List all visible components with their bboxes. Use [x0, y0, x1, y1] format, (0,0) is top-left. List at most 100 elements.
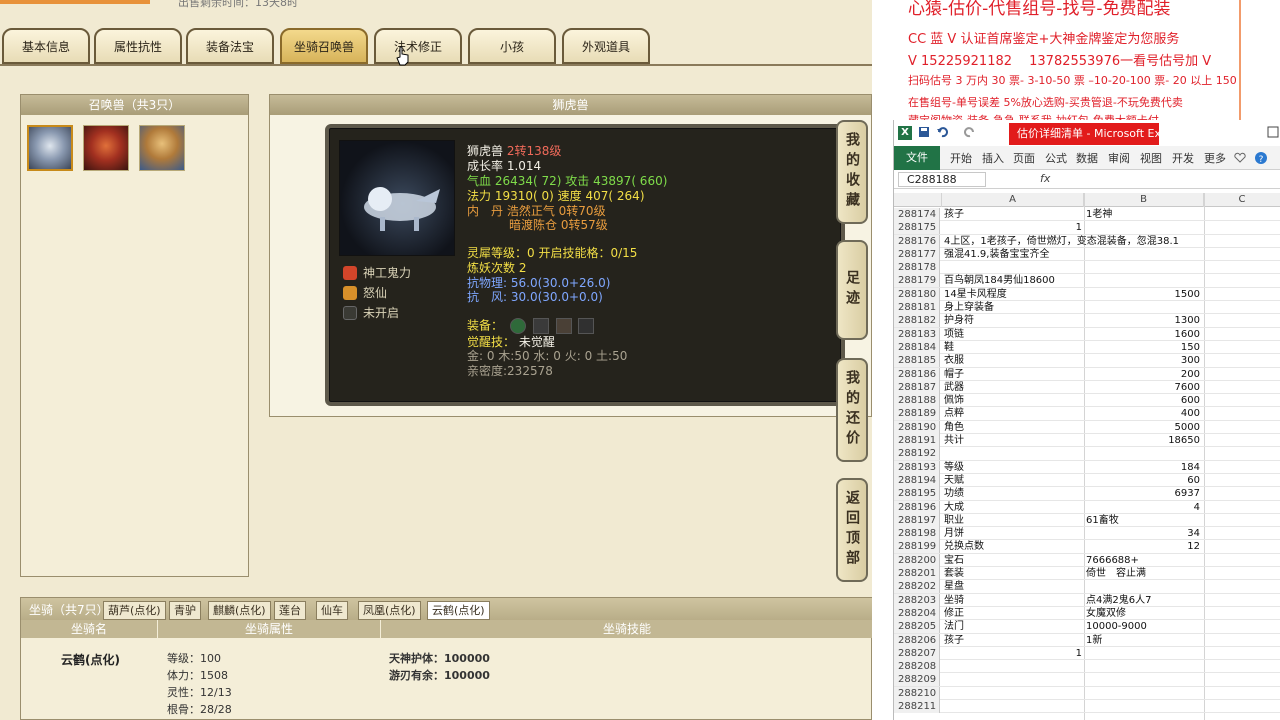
cell-a[interactable]: 职业 — [942, 514, 1084, 527]
cell-b[interactable]: 4 — [1084, 501, 1202, 514]
cell-a[interactable]: 坐骑 — [942, 594, 1084, 607]
tab-mounts-pets[interactable]: 坐骑召唤兽 — [280, 28, 368, 64]
ribbon-tab-page[interactable]: 页面 — [1013, 150, 1035, 166]
sheet-row[interactable]: 288176 4上区，1老孩子，倚世燃灯，变态混装备，忽混38.1 — [894, 234, 1280, 248]
row-number[interactable]: 288183 — [894, 327, 940, 341]
mount-tab-5[interactable]: 仙车 — [316, 601, 348, 620]
row-number[interactable]: 288176 — [894, 234, 940, 248]
cell-a[interactable]: 护身符 — [942, 314, 1084, 327]
ribbon-tab-developer[interactable]: 开发 — [1172, 150, 1194, 166]
row-number[interactable]: 288197 — [894, 513, 940, 527]
cell-b[interactable]: 18650 — [1084, 434, 1202, 447]
cell-a[interactable]: 功绩 — [942, 487, 1084, 500]
cell-b[interactable]: 300 — [1084, 354, 1202, 367]
sheet-row[interactable]: 288185 衣服 300 — [894, 354, 1280, 368]
sheet-row[interactable]: 288211 — [894, 699, 1280, 714]
sheet-row[interactable]: 288202 星盘 — [894, 580, 1280, 594]
row-number[interactable]: 288210 — [894, 686, 940, 700]
cell-a[interactable]: 宝石 — [942, 554, 1084, 567]
cell-b[interactable]: 女魔双修 — [1084, 607, 1204, 620]
cell-a[interactable]: 武器 — [942, 381, 1084, 394]
sheet-row[interactable]: 288189 点粹 400 — [894, 407, 1280, 421]
row-number[interactable]: 288202 — [894, 580, 940, 594]
mount-tab-1[interactable]: 葫芦(点化) — [103, 601, 166, 620]
sheet-row[interactable]: 288188 佩饰 600 — [894, 394, 1280, 408]
row-number[interactable]: 288201 — [894, 567, 940, 581]
sheet-row[interactable]: 288177 强混41.9,装备宝宝齐全 — [894, 247, 1280, 262]
cell-a[interactable]: 1 — [942, 221, 1084, 234]
sheet-row[interactable]: 288209 — [894, 673, 1280, 687]
cell-a[interactable]: 套装 — [942, 567, 1084, 580]
sheet-row[interactable]: 288174 孩子 1老神 — [894, 208, 1280, 222]
row-number[interactable]: 288180 — [894, 287, 940, 301]
sheet-row[interactable]: 288180 14星卡风程度 1500 — [894, 287, 1280, 302]
cell-b[interactable]: 1老神 — [1084, 208, 1204, 221]
column-header-c[interactable]: C — [1204, 193, 1280, 207]
row-number[interactable]: 288184 — [894, 340, 940, 354]
sheet-row[interactable]: 288175 1 — [894, 221, 1280, 235]
cell-b[interactable]: 61畜牧 — [1084, 514, 1204, 527]
cell-a[interactable]: 14星卡风程度 — [942, 288, 1084, 301]
cell-a[interactable]: 身上穿装备 — [942, 301, 1084, 314]
row-number[interactable]: 288208 — [894, 660, 940, 674]
cell-a[interactable]: 孩子 — [942, 634, 1084, 647]
sheet-row[interactable]: 288183 项链 1600 — [894, 327, 1280, 341]
row-number[interactable]: 288196 — [894, 500, 940, 514]
cell-b[interactable]: 6937 — [1084, 487, 1202, 500]
name-box[interactable]: C288188 — [898, 172, 986, 187]
cell-a[interactable]: 帽子 — [942, 368, 1084, 381]
cell-b[interactable]: 10000-9000 — [1084, 620, 1204, 633]
cell-b[interactable]: 400 — [1084, 407, 1202, 420]
sheet-row[interactable]: 288178 — [894, 261, 1280, 275]
mount-tab-4[interactable]: 莲台 — [274, 601, 306, 620]
save-icon[interactable] — [918, 126, 930, 138]
skill-3[interactable]: 未开启 — [343, 304, 399, 321]
cell-a[interactable]: 1 — [942, 647, 1084, 660]
sheet-row[interactable]: 288196 大成 4 — [894, 500, 1280, 514]
cell-a[interactable]: 兑换点数 — [942, 540, 1084, 553]
sheet-row[interactable]: 288204 修正 女魔双修 — [894, 606, 1280, 621]
row-number[interactable]: 288186 — [894, 367, 940, 381]
sheet-row[interactable]: 288182 护身符 1300 — [894, 314, 1280, 328]
heart-icon[interactable] — [1234, 152, 1246, 164]
cell-a[interactable]: 项链 — [942, 328, 1084, 341]
sheet-row[interactable]: 288208 — [894, 660, 1280, 674]
column-header-a[interactable]: A — [942, 193, 1084, 207]
cell-a[interactable]: 星盘 — [942, 580, 1084, 593]
skill-2[interactable]: 怒仙 — [343, 284, 387, 301]
cell-b[interactable]: 34 — [1084, 527, 1202, 540]
sheet-row[interactable]: 288186 帽子 200 — [894, 367, 1280, 381]
cell-a[interactable]: 共计 — [942, 434, 1084, 447]
cell-b[interactable]: 1500 — [1084, 288, 1202, 301]
tab-basic-info[interactable]: 基本信息 — [2, 28, 90, 64]
sheet-row[interactable]: 288197 职业 61畜牧 — [894, 513, 1280, 528]
cell-b[interactable]: 600 — [1084, 394, 1202, 407]
equip-empty-slot-icon[interactable] — [578, 318, 595, 334]
footprint-button[interactable]: 足迹 — [836, 240, 868, 340]
maximize-icon[interactable] — [1267, 126, 1279, 138]
cell-a[interactable]: 月饼 — [942, 527, 1084, 540]
sheet-row[interactable]: 288184 鞋 150 — [894, 340, 1280, 355]
ribbon-tab-insert[interactable]: 插入 — [982, 150, 1004, 166]
row-number[interactable]: 288204 — [894, 606, 940, 620]
cell-a[interactable]: 修正 — [942, 607, 1084, 620]
sheet-row[interactable]: 288200 宝石 7666688+ — [894, 553, 1280, 568]
ribbon-tab-home[interactable]: 开始 — [950, 150, 972, 166]
row-number[interactable]: 288182 — [894, 314, 940, 328]
row-number[interactable]: 288179 — [894, 274, 940, 288]
cell-a[interactable]: 强混41.9,装备宝宝齐全 — [942, 248, 1084, 261]
row-number[interactable]: 288206 — [894, 633, 940, 647]
row-number[interactable]: 288203 — [894, 593, 940, 607]
my-counteroffer-button[interactable]: 我的还价 — [836, 358, 868, 462]
sheet-row[interactable]: 288207 1 — [894, 646, 1280, 661]
select-all-corner[interactable] — [894, 193, 942, 207]
row-number[interactable]: 288205 — [894, 620, 940, 634]
column-header-b[interactable]: B — [1084, 193, 1204, 207]
sheet-row[interactable]: 288199 兑换点数 12 — [894, 540, 1280, 554]
row-number[interactable]: 288174 — [894, 208, 940, 221]
row-number[interactable]: 288175 — [894, 221, 940, 235]
row-number[interactable]: 288178 — [894, 261, 940, 275]
row-number[interactable]: 288207 — [894, 646, 940, 660]
cell-a[interactable]: 等级 — [942, 461, 1084, 474]
mount-tab-6[interactable]: 凤凰(点化) — [358, 601, 421, 620]
